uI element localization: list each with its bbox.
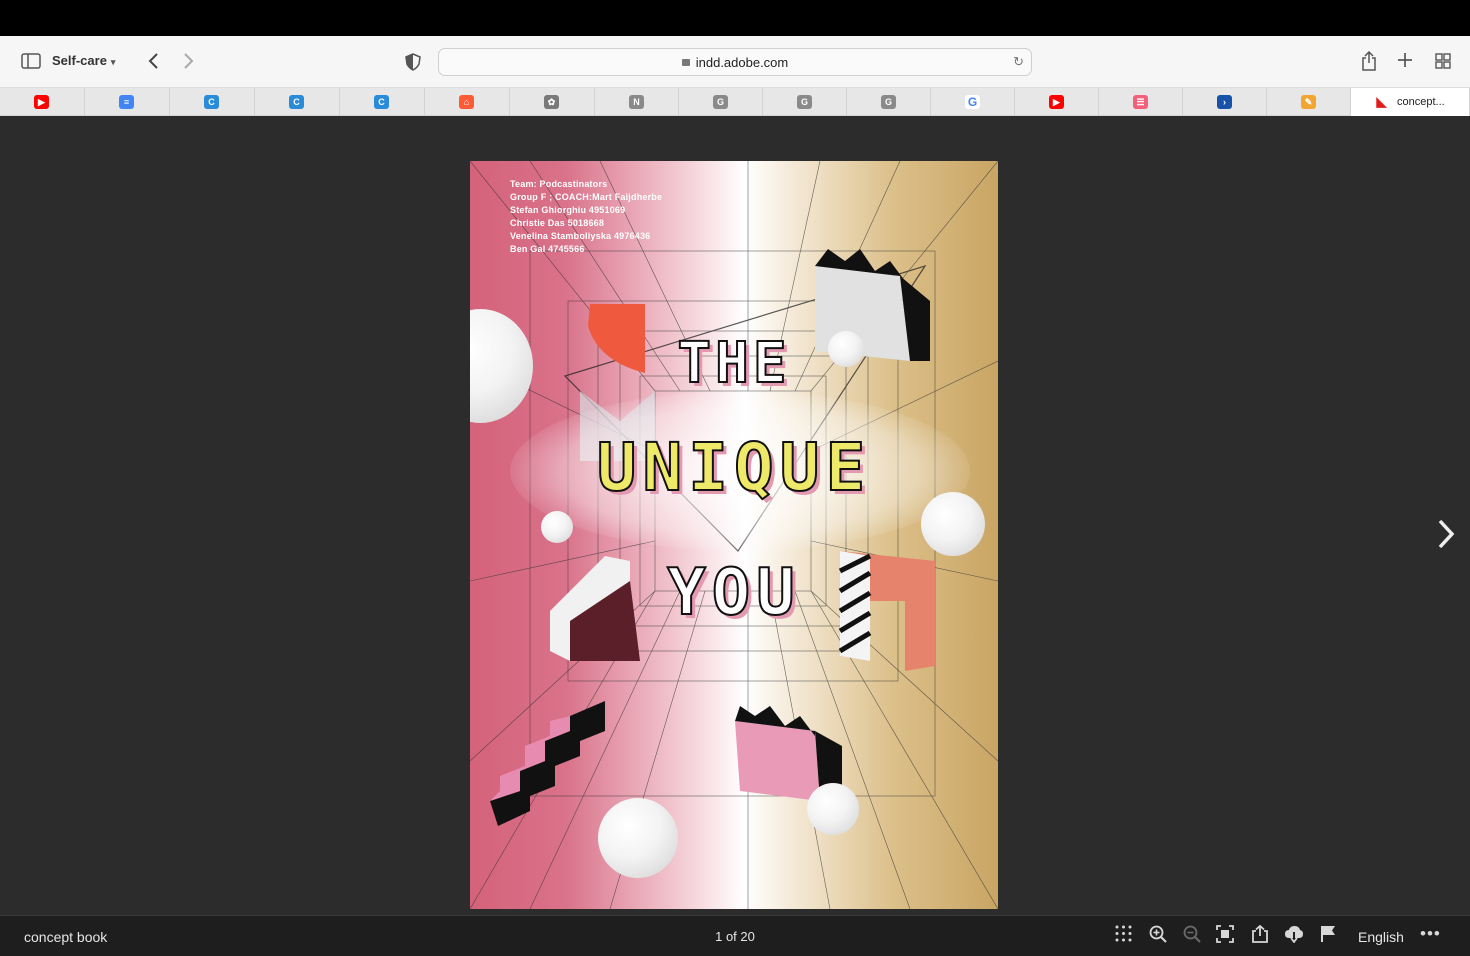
chat-icon: ☰ — [1133, 95, 1148, 109]
browser-tab[interactable]: G — [847, 88, 931, 116]
tree-icon: ✿ — [544, 95, 559, 109]
letter-g-icon: G — [881, 95, 896, 109]
share-icon[interactable] — [1361, 50, 1377, 74]
document-viewer: Team: Podcastinators Group F ; COACH:Mart… — [0, 116, 1470, 915]
tab-active-concept[interactable]: ◣ concept... — [1351, 88, 1470, 116]
privacy-shield-icon[interactable] — [405, 53, 421, 74]
sidebar-toggle-icon[interactable] — [21, 53, 41, 72]
browser-tab[interactable]: C — [340, 88, 425, 116]
forward-arrow-icon[interactable] — [183, 52, 195, 73]
page-indicator: 1 of 20 — [715, 929, 755, 944]
browser-tab[interactable]: ▶ — [0, 88, 85, 116]
browser-tab[interactable]: › — [1183, 88, 1267, 116]
browser-tab[interactable]: G — [763, 88, 847, 116]
fit-to-screen-icon[interactable] — [1216, 925, 1234, 948]
youtube-icon: ▶ — [1049, 95, 1064, 109]
chevron-down-icon: ▾ — [110, 57, 116, 67]
back-arrow-icon[interactable] — [147, 52, 159, 73]
team-line: Team: Podcastinators — [510, 179, 608, 189]
browser-tab[interactable]: C — [255, 88, 340, 116]
reload-icon[interactable]: ↻ — [1013, 54, 1024, 70]
headline-unique: UNIQUE — [596, 428, 872, 507]
letter-g-icon: G — [797, 95, 812, 109]
more-options-icon[interactable]: ••• — [1420, 924, 1441, 944]
pink-stairs-shape — [490, 701, 605, 826]
address-text: indd.adobe.com — [695, 55, 789, 70]
adobe-icon: ◣ — [1374, 95, 1389, 109]
browser-toolbar: Self-care ▾ indd.adobe.com ↻ — [0, 36, 1470, 88]
browser-tab[interactable]: ✎ — [1267, 88, 1351, 116]
team-line: Venelina Stamboliyska 4976436 — [510, 231, 651, 241]
grid-view-icon[interactable] — [1115, 925, 1132, 947]
language-selector[interactable]: English — [1358, 929, 1404, 945]
google-icon: G — [965, 95, 980, 109]
letter-n-icon: N — [629, 95, 644, 109]
google-docs-icon: ≡ — [119, 95, 134, 109]
white-sphere — [541, 511, 573, 543]
browser-tab[interactable]: ⌂ — [425, 88, 510, 116]
tab-overview-icon[interactable] — [1435, 53, 1451, 72]
browser-tab[interactable]: ✿ — [510, 88, 595, 116]
tab-bar: ◣ concept... ▶ ≡ C C C ⌂ ✿ N G G G G ▶ ☰ › ✎ — [0, 88, 1470, 116]
canva-icon: C — [204, 95, 219, 109]
team-line: Ben Gal 4745566 — [510, 244, 585, 254]
share-icon[interactable] — [1251, 924, 1269, 948]
team-credits: Team: Podcastinators Group F ; COACH:Mart… — [510, 178, 662, 256]
zoom-in-icon[interactable] — [1149, 925, 1167, 948]
white-sphere — [598, 798, 678, 878]
canva-icon: C — [374, 95, 389, 109]
profile-switcher[interactable]: Self-care ▾ — [52, 53, 115, 68]
lock-icon — [681, 59, 690, 66]
tab-title: concept... — [1397, 96, 1445, 108]
viewer-bottom-bar: concept book 1 of 20 English ••• — [0, 915, 1470, 956]
canva-icon: C — [289, 95, 304, 109]
browser-tab[interactable]: ▶ — [1015, 88, 1099, 116]
new-tab-plus-icon[interactable] — [1397, 52, 1413, 71]
letter-g-icon: G — [713, 95, 728, 109]
flag-icon[interactable] — [1320, 925, 1336, 948]
browser-tab[interactable]: ☰ — [1099, 88, 1183, 116]
zoom-out-icon[interactable] — [1183, 925, 1201, 948]
cloud-download-icon[interactable] — [1284, 925, 1304, 948]
browser-tab[interactable]: G — [679, 88, 763, 116]
headline-you: YOU — [666, 555, 801, 631]
next-page-chevron-icon[interactable] — [1436, 518, 1456, 557]
youtube-icon: ▶ — [34, 95, 49, 109]
headline-the: THE — [676, 330, 791, 397]
white-sphere — [807, 783, 859, 835]
document-page: Team: Podcastinators Group F ; COACH:Mart… — [470, 161, 998, 909]
team-line: Group F ; COACH:Mart Faijdherbe — [510, 192, 663, 202]
arrow-app-icon: › — [1217, 95, 1232, 109]
browser-tab[interactable]: ≡ — [85, 88, 170, 116]
team-line: Christie Das 5018668 — [510, 218, 605, 228]
address-bar[interactable]: indd.adobe.com ↻ — [438, 48, 1032, 76]
browser-tab[interactable]: C — [170, 88, 255, 116]
screen-top-black-bar — [0, 0, 1470, 36]
browser-tab[interactable]: G — [931, 88, 1015, 116]
notes-icon: ✎ — [1301, 95, 1316, 109]
browser-tab[interactable]: N — [595, 88, 679, 116]
profile-label: Self-care — [52, 53, 107, 68]
graduation-cap-icon: ⌂ — [459, 95, 474, 109]
team-line: Stefan Ghiorghiu 4951069 — [510, 205, 626, 215]
